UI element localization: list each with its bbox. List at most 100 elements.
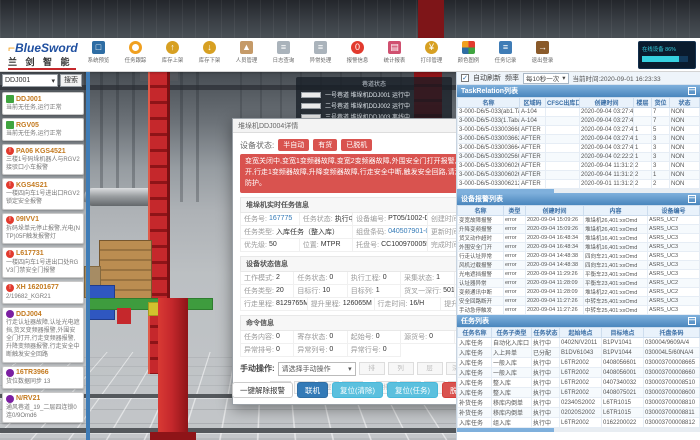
column-header[interactable]: 货位 xyxy=(652,98,670,108)
table-row[interactable]: 风机过载报警 error 2020-09-04 14:48:38 四向车21,4… xyxy=(458,261,700,270)
field-label: 任务内容: xyxy=(244,332,274,342)
menu-item[interactable]: □ 系统预览 xyxy=(80,41,117,64)
column-header[interactable]: 区域码 xyxy=(520,98,546,108)
collapse-icon[interactable]: — xyxy=(688,195,696,203)
column-header[interactable]: 创建时间 xyxy=(526,206,584,216)
menu-item[interactable]: ▤ 统计报表 xyxy=(376,41,413,64)
table-row[interactable]: 变频通讯中断 error 2020-09-04 11:28:09 堆垛机22,4… xyxy=(458,288,700,297)
horizontal-scrollbar[interactable] xyxy=(457,428,700,432)
table-row[interactable]: 3-000-D6/5-03300602673 AFTER 2020-09-04 … xyxy=(458,162,700,171)
manual-operation-select[interactable]: 请选择手动操作 ▾ xyxy=(278,362,356,376)
search-button[interactable]: 搜索 xyxy=(60,74,82,87)
mini-monitor-panel[interactable]: 在线设备 86% xyxy=(638,41,696,69)
collapse-icon[interactable]: — xyxy=(688,87,696,95)
table-row[interactable]: 变宽故障报警 error 2020-09-04 15:09:26 堆垛机26,4… xyxy=(458,216,700,225)
table-row[interactable]: 3-000-D6/5-0330036624*5 AFTER 2020-09-04… xyxy=(458,135,700,144)
column-header[interactable]: 托盘条码 xyxy=(644,328,700,338)
manual-coordinate-input[interactable]: 层 xyxy=(417,362,443,375)
auto-refresh-checkbox[interactable]: ✓ xyxy=(461,74,469,82)
table-row[interactable]: 入库任务 整入库 执行中 L6TR2002 0407340032 0300037… xyxy=(458,378,700,388)
table-row[interactable]: 3-000-D6/5-033(1.TabaF033) A-104 2020-09… xyxy=(458,117,700,126)
column-header[interactable]: 任务状态 xyxy=(532,328,560,338)
table-row[interactable]: 入库任务 入上异单 已分配 B1DV61043 B1PV1044 030004L… xyxy=(458,348,700,358)
device-card[interactable]: ! L617731 一楼四向车1号进出口处RGV3门禁安全门报警 xyxy=(2,247,84,278)
table-row[interactable]: 3-000-D6/5-033003664*98 AFTER 2020-09-04… xyxy=(458,144,700,153)
table-row[interactable]: 外围安全门开 error 2020-09-04 16:48:34 堆垛机16,4… xyxy=(458,243,700,252)
table-row[interactable]: 手动急停触发 error 2020-09-04 11:27:26 中转车25,4… xyxy=(458,306,700,315)
column-header[interactable]: 目标地点 xyxy=(602,328,644,338)
column-header[interactable]: 名称 xyxy=(458,98,520,108)
status-badge: 已脱机 xyxy=(341,139,372,151)
device-card[interactable]: DDJ001 当前无任务,运行正常 xyxy=(2,92,84,115)
table-row[interactable]: 3-000-D6/5-03300256055 AFTER 2020-09-04 … xyxy=(458,153,700,162)
field-value: 0 xyxy=(276,346,280,353)
device-card[interactable]: ! 09IVV1 拆码垛单元停止报警,光电(NTP)05F触发报警灯 xyxy=(2,213,84,244)
table-row[interactable]: 光电遮挡报警 error 2020-09-04 11:29:26 平衡车23,4… xyxy=(458,270,700,279)
cell: L6TR2002 xyxy=(560,388,602,398)
column-header[interactable]: CFSC出库口 xyxy=(546,98,580,108)
column-header[interactable]: 类型 xyxy=(504,206,526,216)
table-row[interactable]: 升降变频报警 error 2020-09-04 15:09:26 堆垛机26,4… xyxy=(458,225,700,234)
cell: 执行中 xyxy=(532,418,560,428)
table-row[interactable]: 入库任务 整入库 执行中 L6TR2002 0408075021 0300037… xyxy=(458,388,700,398)
table-row[interactable]: 入库任务 自动化入库口 执行中 0402N/V2011 B1PV1041 030… xyxy=(458,338,700,348)
manual-coordinate-input[interactable]: 排 xyxy=(359,362,385,375)
device-search-select[interactable]: DDJ001 ▾ xyxy=(2,74,58,87)
column-header[interactable]: 任务名称 xyxy=(458,328,492,338)
column-header[interactable]: 状态 xyxy=(670,98,700,108)
table-row[interactable]: 入库任务 一般入库 执行中 L6TR2002 0408056001 030003… xyxy=(458,368,700,378)
table-row[interactable]: 认址器异常 error 2020-09-04 11:28:09 平衡车23,40… xyxy=(458,279,700,288)
table-row[interactable]: 安全回路断开 error 2020-09-04 11:27:26 中转车25,4… xyxy=(458,297,700,306)
table-row[interactable]: 货叉动作超时 error 2020-09-04 16:48:34 堆垛机16,4… xyxy=(458,234,700,243)
device-alarm-desc: 货位数据同步 13 xyxy=(6,378,80,386)
table-row[interactable]: 3-000-D6/5-03300602655 AFTER 2020-09-04 … xyxy=(458,171,700,180)
device-id: DDJ001 xyxy=(16,96,42,103)
column-header[interactable]: 名称 xyxy=(458,206,504,216)
column-header[interactable]: 任务子类型 xyxy=(492,328,532,338)
table-row[interactable]: 入库任务 组入库 执行中 L6TR2002 0162200022 0300037… xyxy=(458,418,700,428)
menu-item[interactable]: ↓ 库存下架 xyxy=(191,41,228,64)
column-header[interactable]: 设备编号 xyxy=(648,206,700,216)
table-row[interactable]: 补货任务 移库内倒单 执行中 02340S2002 L6TR1015 03000… xyxy=(458,398,700,408)
dialog-action-button[interactable]: 复位(任务) xyxy=(387,382,438,398)
device-card[interactable]: ! PA06 KGS4521 三楼1号码垛机器人与RGV2接驳口小车报警 xyxy=(2,144,84,175)
field-value: 167775 xyxy=(269,215,292,222)
collapse-icon[interactable]: — xyxy=(688,317,696,325)
column-header[interactable]: 起始地点 xyxy=(560,328,602,338)
device-alarm-desc: 当前无任务,运行正常 xyxy=(6,104,80,112)
menu-item[interactable]: ¥ 打印管理 xyxy=(413,41,450,64)
menu-item[interactable]: ≡ 任务记录 xyxy=(487,41,524,64)
table-row[interactable]: 行走认址异常 error 2020-09-04 14:48:38 四向车21,4… xyxy=(458,252,700,261)
menu-item[interactable]: ≡ 异常处理 xyxy=(302,41,339,64)
table-row[interactable]: 补货任务 移库内倒单 执行中 02020S2002 L6TR1015 03000… xyxy=(458,408,700,418)
menu-item[interactable]: 0 报警信息 xyxy=(339,41,376,64)
device-card[interactable]: ! XH 16201677 2/19682_KGR21 xyxy=(2,281,84,304)
panel-title: TaskRelation列表 xyxy=(461,86,518,96)
device-card[interactable]: N/RV21 通风巷道_19_二层四连锁0连0/9Omd6 xyxy=(2,392,84,423)
device-card[interactable]: DDJ004 行走认址器故障,认址光电遮挡,货叉变频器报警,外围安全门打开,行走… xyxy=(2,307,84,362)
menu-item[interactable]: 颜色图例 xyxy=(450,41,487,64)
device-card[interactable]: ! KGS4S21 一楼四向车1号进出口RGV2锁定安全报警 xyxy=(2,178,84,209)
device-card[interactable]: 16TR3966 货位数据同步 13 xyxy=(2,366,84,389)
dialog-action-button[interactable]: 一键解除报警 xyxy=(232,382,293,398)
menu-item[interactable]: 任务跟踪 xyxy=(117,41,154,64)
column-header[interactable]: 楼层 xyxy=(634,98,652,108)
table-row[interactable]: 3-000-D6/5-033(ab1.TabaF0)1 A-104 2020-0… xyxy=(458,108,700,117)
sidebar-scrollbar[interactable] xyxy=(86,72,90,440)
menu-item[interactable]: ≡ 日志查询 xyxy=(265,41,302,64)
cell: error xyxy=(504,270,526,279)
frequency-select[interactable]: 每10秒一次 ▾ xyxy=(523,73,569,84)
table-row[interactable]: 入库任务 一般入库 执行中 L6TR2002 0408056601 030003… xyxy=(458,358,700,368)
table-row[interactable]: 3-000-D6/5-03300621267 AFTER 2020-09-01 … xyxy=(458,180,700,189)
dialog-action-button[interactable]: 复位(清除) xyxy=(332,382,383,398)
column-header[interactable]: 创建时间 xyxy=(580,98,634,108)
column-header[interactable]: 内容 xyxy=(584,206,648,216)
table-row[interactable]: 3-000-D6/5-03300366885 AFTER 2020-09-04 … xyxy=(458,126,700,135)
manual-coordinate-input[interactable]: 列 xyxy=(388,362,414,375)
menu-item[interactable]: ↑ 库存上架 xyxy=(154,41,191,64)
menu-item[interactable]: → 退出登录 xyxy=(524,41,561,64)
menu-item[interactable]: ▲ 人员管理 xyxy=(228,41,265,64)
crane-mast-top xyxy=(418,0,444,38)
dialog-action-button[interactable]: 联机 xyxy=(297,382,328,398)
device-card[interactable]: RGV05 当前无任务,运行正常 xyxy=(2,118,84,141)
